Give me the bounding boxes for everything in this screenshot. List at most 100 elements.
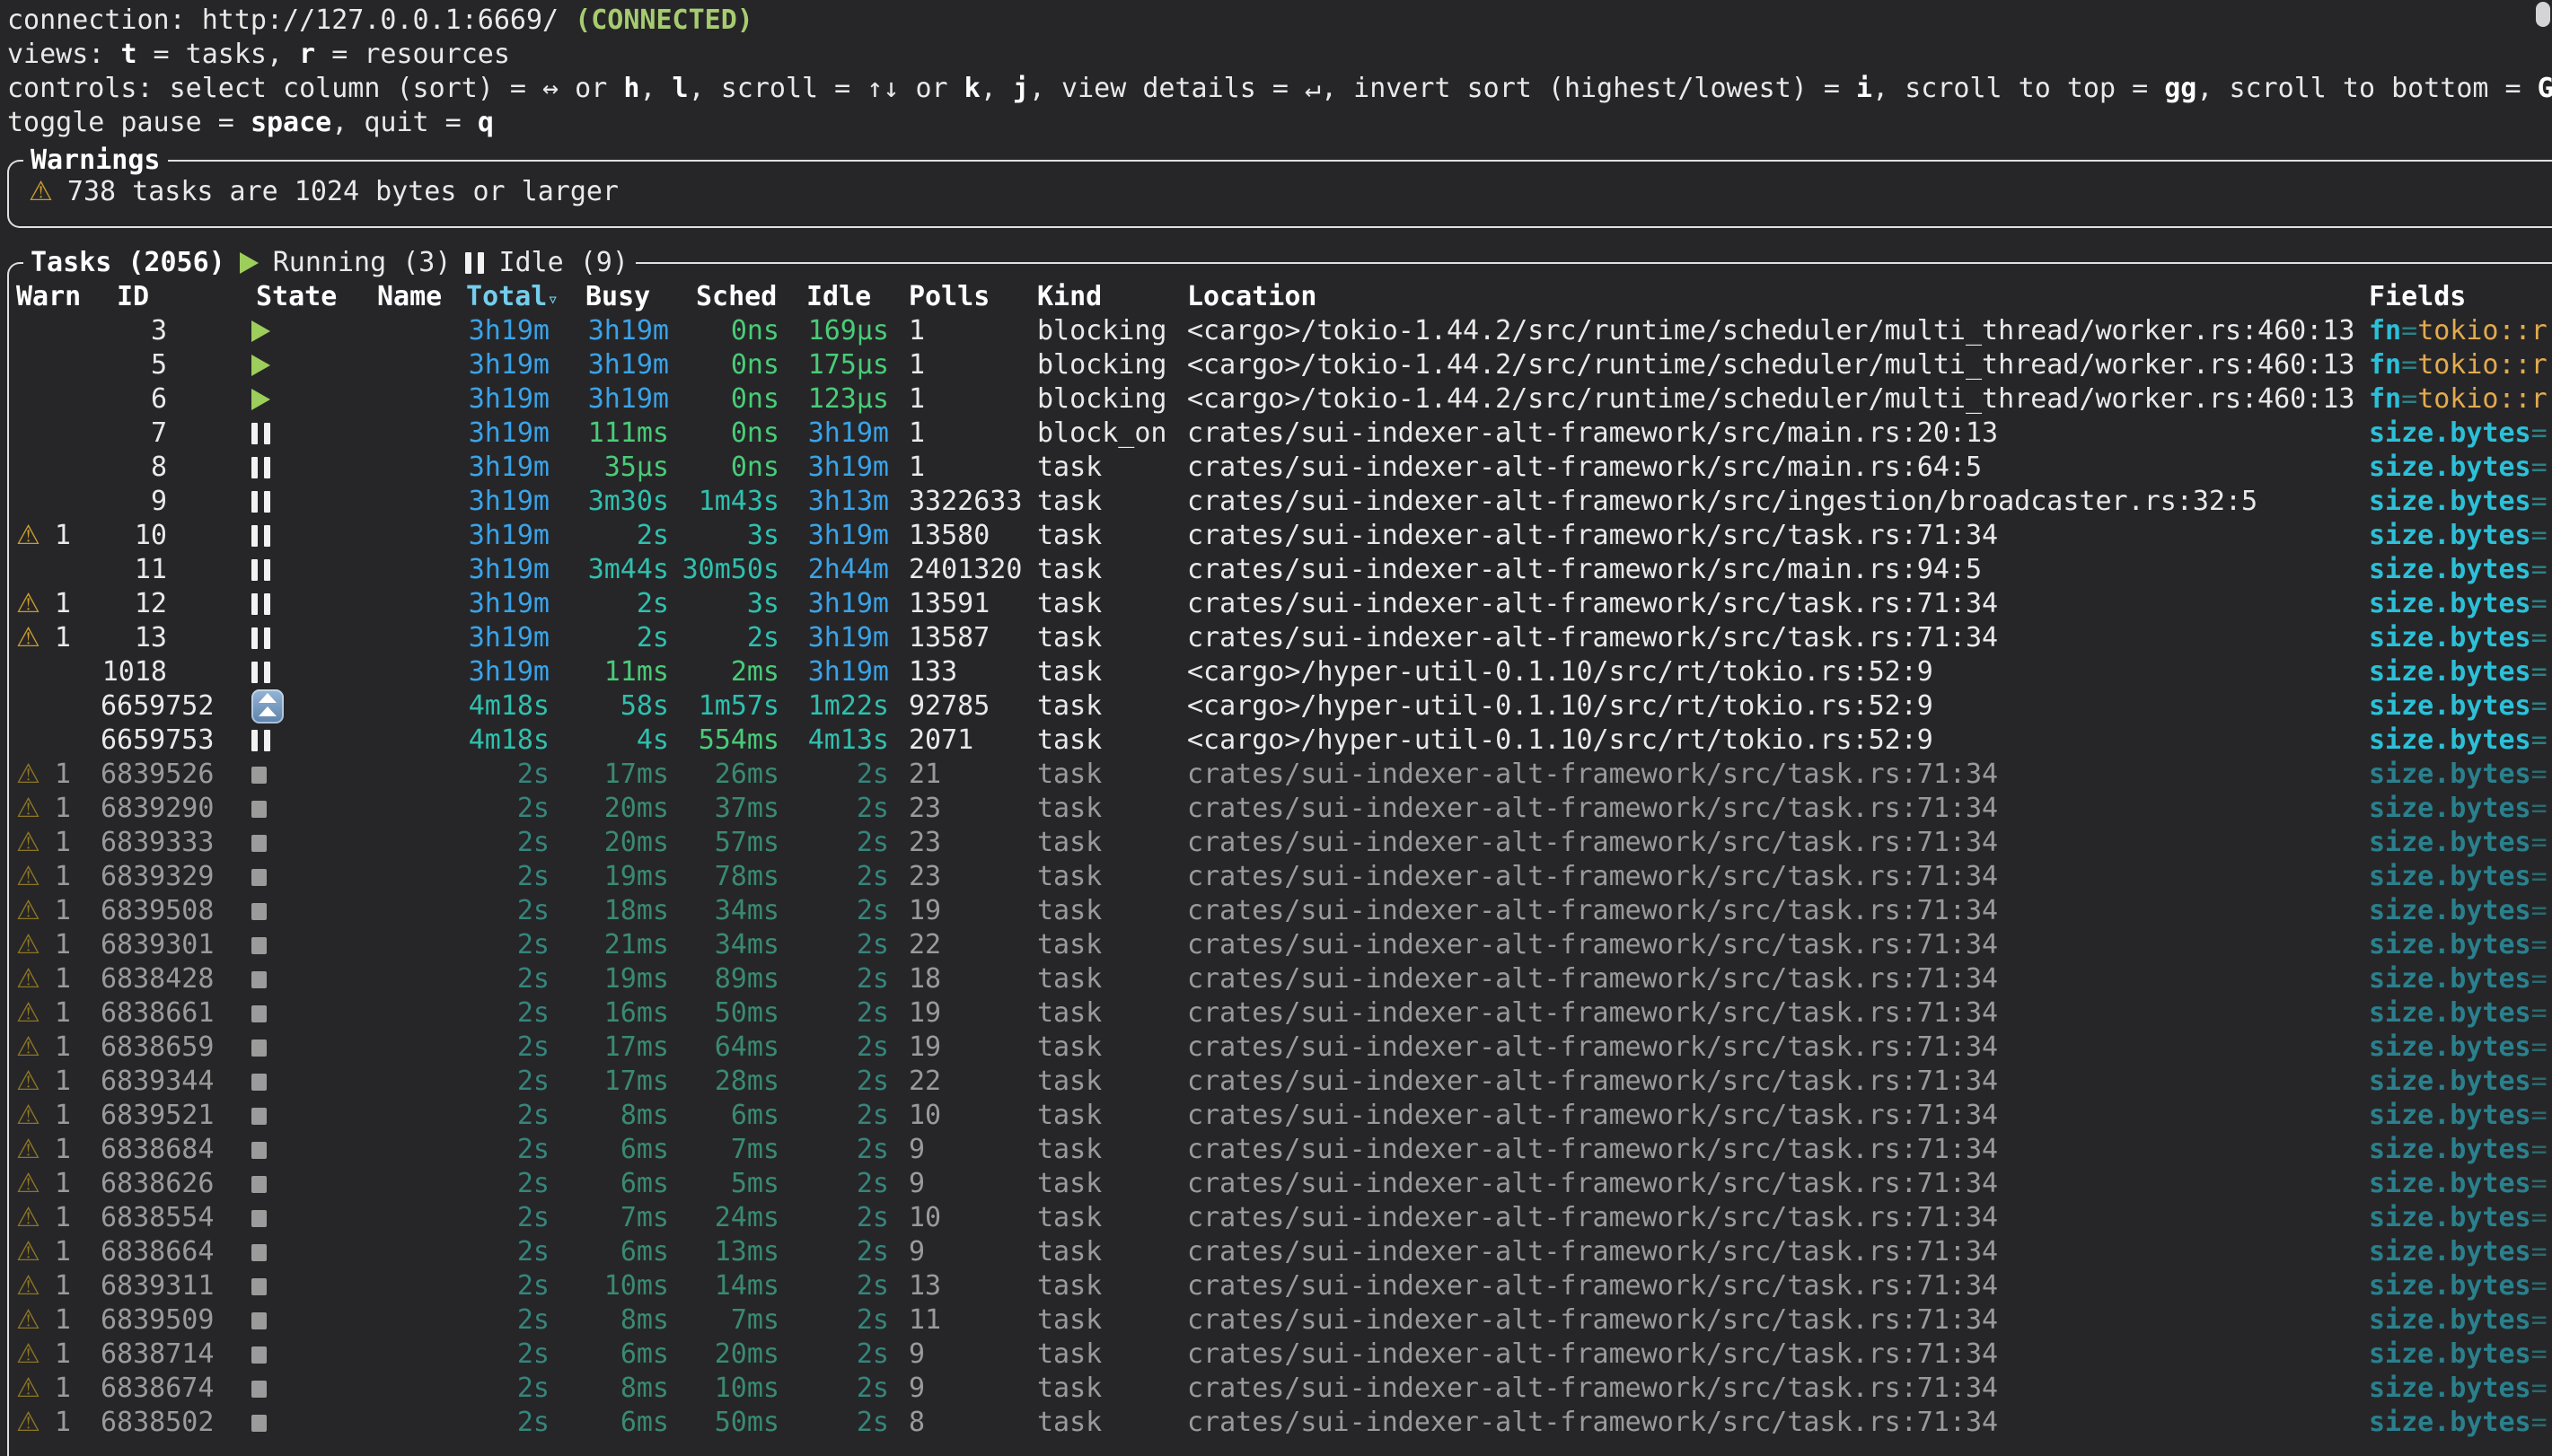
task-row[interactable]: ⚠ 11 3h19m 3m44s 30m50s 2h44m 2401320 ta… xyxy=(0,553,2552,587)
task-row[interactable]: ⚠1 6838684 2s 6ms 7ms 2s 9 task crates/s… xyxy=(0,1133,2552,1167)
sched-duration: 7ms xyxy=(671,1133,779,1167)
task-row[interactable]: ⚠1 6839344 2s 17ms 28ms 2s 22 task crate… xyxy=(0,1065,2552,1099)
polls-count: 10 xyxy=(909,1201,1034,1235)
field-key: size.bytes xyxy=(2369,827,2531,858)
column-header-warn[interactable]: Warn xyxy=(16,280,81,314)
task-row[interactable]: ⚠1 6839508 2s 18ms 34ms 2s 19 task crate… xyxy=(0,894,2552,928)
task-kind: block_on xyxy=(1037,417,1184,451)
task-row[interactable]: ⚠1 6838664 2s 6ms 13ms 2s 9 task crates/… xyxy=(0,1235,2552,1269)
task-fields: size.bytes= xyxy=(2369,826,2552,860)
busy-duration: 6ms xyxy=(551,1167,669,1201)
polls-count: 13587 xyxy=(909,621,1034,655)
warning-triangle-icon: ⚠ xyxy=(16,1338,40,1372)
task-kind: task xyxy=(1037,689,1184,724)
task-row[interactable]: ⚠1 6839329 2s 19ms 78ms 2s 23 task crate… xyxy=(0,860,2552,894)
task-location: crates/sui-indexer-alt-framework/src/tas… xyxy=(1187,894,2363,928)
text-segment: connection: http://127.0.0.1:6669/ xyxy=(7,4,575,36)
busy-duration: 6ms xyxy=(551,1235,669,1269)
column-header-polls[interactable]: Polls xyxy=(909,280,990,314)
column-header-location[interactable]: Location xyxy=(1187,280,1317,314)
field-equals: = xyxy=(2531,554,2548,585)
task-row[interactable]: ⚠ 6659752 4m18s 58s 1m57s 1m22s 92785 ta… xyxy=(0,689,2552,724)
task-row[interactable]: ⚠1 6839509 2s 8ms 7ms 2s 11 task crates/… xyxy=(0,1303,2552,1338)
busy-duration: 6ms xyxy=(551,1406,669,1440)
column-header-busy[interactable]: Busy xyxy=(585,280,650,314)
busy-duration: 3h19m xyxy=(551,382,669,417)
busy-duration: 21ms xyxy=(551,928,669,962)
task-row[interactable]: ⚠ 6659753 4m18s 4s 554ms 4m13s 2071 task… xyxy=(0,724,2552,758)
task-row[interactable]: ⚠1 6839301 2s 21ms 34ms 2s 22 task crate… xyxy=(0,928,2552,962)
column-header-kind[interactable]: Kind xyxy=(1037,280,1102,314)
column-header-fields[interactable]: Fields xyxy=(2369,280,2466,314)
task-row[interactable]: ⚠1 6838714 2s 6ms 20ms 2s 9 task crates/… xyxy=(0,1338,2552,1372)
busy-duration: 17ms xyxy=(551,758,669,792)
running-count-label: Running (3) xyxy=(273,246,452,280)
task-row[interactable]: ⚠1 6839526 2s 17ms 26ms 2s 21 task crate… xyxy=(0,758,2552,792)
polls-count: 13 xyxy=(909,1269,1034,1303)
running-icon xyxy=(251,389,270,410)
task-row[interactable]: ⚠1 6839333 2s 20ms 57ms 2s 23 task crate… xyxy=(0,826,2552,860)
task-kind: blocking xyxy=(1037,382,1184,417)
sched-duration: 0ns xyxy=(671,451,779,485)
idle-duration: 2s xyxy=(781,996,889,1031)
task-row[interactable]: ⚠ 1018 3h19m 11ms 2ms 3h19m 133 task <ca… xyxy=(0,655,2552,689)
task-fields: size.bytes= xyxy=(2369,417,2552,451)
task-state-cell xyxy=(251,894,377,928)
column-header-idle[interactable]: Idle xyxy=(806,280,871,314)
sched-duration: 3s xyxy=(671,587,779,621)
task-fields: size.bytes= xyxy=(2369,553,2552,587)
field-key: size.bytes xyxy=(2369,1066,2531,1097)
task-location: <cargo>/tokio-1.44.2/src/runtime/schedul… xyxy=(1187,348,2363,382)
polls-count: 2401320 xyxy=(909,553,1034,587)
task-row[interactable]: ⚠1 6838659 2s 17ms 64ms 2s 19 task crate… xyxy=(0,1031,2552,1065)
idle-icon xyxy=(251,593,270,615)
field-equals: = xyxy=(2531,1373,2548,1404)
warn-cell: ⚠1 xyxy=(13,587,102,621)
task-row[interactable]: ⚠1 6838428 2s 19ms 89ms 2s 18 task crate… xyxy=(0,962,2552,996)
task-row[interactable]: ⚠1 6839521 2s 8ms 6ms 2s 10 task crates/… xyxy=(0,1099,2552,1133)
task-row[interactable]: ⚠1 10 3h19m 2s 3s 3h19m 13580 task crate… xyxy=(0,519,2552,553)
column-header-state[interactable]: State xyxy=(256,280,337,314)
task-row[interactable]: ⚠1 6838661 2s 16ms 50ms 2s 19 task crate… xyxy=(0,996,2552,1031)
task-location: crates/sui-indexer-alt-framework/src/tas… xyxy=(1187,1201,2363,1235)
field-equals: = xyxy=(2531,1304,2548,1336)
task-row[interactable]: ⚠ 7 3h19m 111ms 0ns 3h19m 1 block_on cra… xyxy=(0,417,2552,451)
task-fields: size.bytes= xyxy=(2369,1099,2552,1133)
busy-duration: 6ms xyxy=(551,1338,669,1372)
task-row[interactable]: ⚠1 6839290 2s 20ms 37ms 2s 23 task crate… xyxy=(0,792,2552,826)
column-header-total-sorted[interactable]: Total▿ xyxy=(377,280,559,316)
warning-triangle-icon: ⚠ xyxy=(16,860,40,894)
task-state-cell xyxy=(251,417,377,451)
task-state-cell xyxy=(251,1099,377,1133)
task-row[interactable]: ⚠1 13 3h19m 2s 2s 3h19m 13587 task crate… xyxy=(0,621,2552,655)
warn-cell: ⚠1 xyxy=(13,928,102,962)
text-segment: ↑↓ xyxy=(867,73,899,104)
task-id: 8 xyxy=(101,451,167,485)
text-segment: toggle pause = xyxy=(7,107,251,138)
total-duration: 2s xyxy=(377,860,550,894)
field-equals: = xyxy=(2531,520,2548,551)
column-header-sched[interactable]: Sched xyxy=(696,280,777,314)
warn-count: 1 xyxy=(55,928,71,962)
task-row[interactable]: ⚠1 6839311 2s 10ms 14ms 2s 13 task crate… xyxy=(0,1269,2552,1303)
task-state-cell xyxy=(251,621,377,655)
stopped-icon xyxy=(251,835,267,852)
task-row[interactable]: ⚠1 6838502 2s 6ms 50ms 2s 8 task crates/… xyxy=(0,1406,2552,1440)
task-row[interactable]: ⚠ 5 3h19m 3h19m 0ns 175µs 1 blocking <ca… xyxy=(0,348,2552,382)
task-row[interactable]: ⚠ 8 3h19m 35µs 0ns 3h19m 1 task crates/s… xyxy=(0,451,2552,485)
task-row[interactable]: ⚠1 6838674 2s 8ms 10ms 2s 9 task crates/… xyxy=(0,1372,2552,1406)
task-row[interactable]: ⚠ 9 3h19m 3m30s 1m43s 3h13m 3322633 task… xyxy=(0,485,2552,519)
warn-count: 1 xyxy=(55,758,71,792)
scrollbar-thumb[interactable] xyxy=(2536,2,2550,27)
task-row[interactable]: ⚠ 6 3h19m 3h19m 0ns 123µs 1 blocking <ca… xyxy=(0,382,2552,417)
task-fields: size.bytes= xyxy=(2369,1338,2552,1372)
task-row[interactable]: ⚠1 6838626 2s 6ms 5ms 2s 9 task crates/s… xyxy=(0,1167,2552,1201)
field-key: size.bytes xyxy=(2369,861,2531,892)
task-location: <cargo>/hyper-util-0.1.10/src/rt/tokio.r… xyxy=(1187,655,2363,689)
task-fields: size.bytes= xyxy=(2369,758,2552,792)
task-id: 6838626 xyxy=(101,1167,232,1201)
task-row[interactable]: ⚠1 6838554 2s 7ms 24ms 2s 10 task crates… xyxy=(0,1201,2552,1235)
task-row[interactable]: ⚠1 12 3h19m 2s 3s 3h19m 13591 task crate… xyxy=(0,587,2552,621)
column-header-id[interactable]: ID xyxy=(117,280,149,314)
task-row[interactable]: ⚠ 3 3h19m 3h19m 0ns 169µs 1 blocking <ca… xyxy=(0,314,2552,348)
